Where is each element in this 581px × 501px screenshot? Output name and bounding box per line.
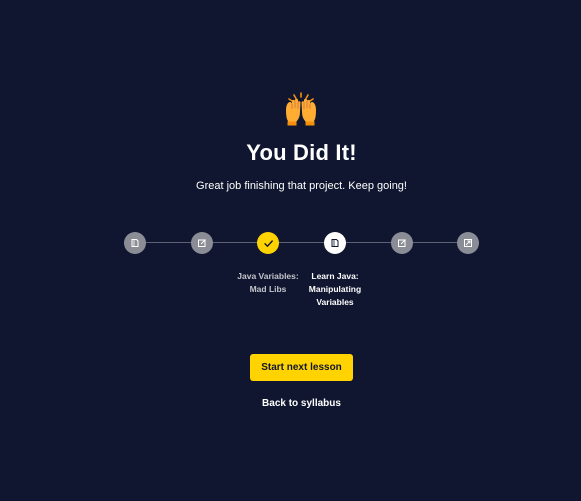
check-icon bbox=[263, 239, 273, 247]
step-4-current-lesson[interactable] bbox=[324, 232, 346, 254]
back-to-syllabus-link[interactable]: Back to syllabus bbox=[0, 398, 581, 409]
step-2-quiz[interactable] bbox=[191, 232, 213, 254]
completion-screen: You Did It! Great job finishing that pro… bbox=[0, 0, 581, 501]
step-3-completed[interactable] bbox=[257, 232, 279, 254]
step-6-project[interactable] bbox=[457, 232, 479, 254]
page-subtitle: Great job finishing that project. Keep g… bbox=[196, 180, 407, 192]
start-next-lesson-button[interactable]: Start next lesson bbox=[250, 354, 353, 381]
raising-hands-icon bbox=[286, 92, 316, 126]
lesson-icon bbox=[331, 239, 339, 247]
step-4-label-line: Variables bbox=[316, 297, 354, 307]
progress-track bbox=[134, 242, 468, 243]
step-1-lesson[interactable] bbox=[124, 232, 146, 254]
lesson-icon bbox=[131, 239, 139, 247]
quiz-icon bbox=[398, 239, 406, 247]
step-4-label-line: Learn Java: bbox=[311, 271, 359, 281]
step-4-label-line: Manipulating bbox=[308, 284, 362, 294]
project-icon bbox=[464, 239, 472, 247]
page-title: You Did It! bbox=[246, 140, 357, 165]
step-5-quiz[interactable] bbox=[391, 232, 413, 254]
step-4-label: Learn Java: Manipulating Variables bbox=[295, 270, 375, 309]
quiz-icon bbox=[198, 239, 206, 247]
